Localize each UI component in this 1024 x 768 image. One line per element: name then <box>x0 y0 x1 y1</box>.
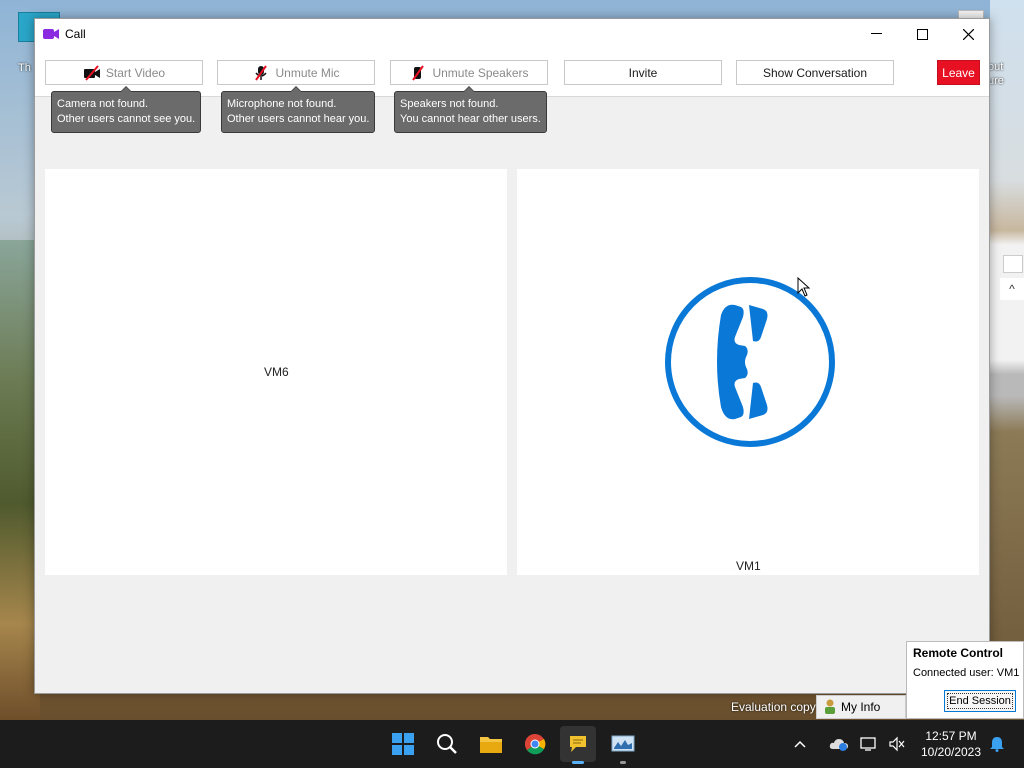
chat-app-icon <box>570 736 586 752</box>
maximize-button[interactable] <box>899 19 945 49</box>
unmute-speakers-label: Unmute Speakers <box>432 65 529 80</box>
background-window-button[interactable] <box>1003 255 1023 273</box>
participant-name: VM6 <box>264 365 289 379</box>
clock-time: 12:57 PM <box>925 729 977 743</box>
title-bar[interactable]: Call <box>35 19 989 49</box>
participant-panel[interactable]: VM1 <box>517 169 979 575</box>
close-icon <box>962 28 974 40</box>
phone-icon <box>665 277 835 447</box>
mouse-cursor-icon <box>797 277 811 297</box>
mic-tooltip-line1: Microphone not found. <box>227 98 337 110</box>
camera-tooltip-line1: Camera not found. <box>57 98 149 110</box>
start-video-label: Start Video <box>105 65 166 80</box>
user-icon <box>825 699 835 714</box>
windows-start-button[interactable] <box>385 726 421 762</box>
show-conversation-label: Show Conversation <box>762 65 868 80</box>
monitor-app-icon <box>611 735 635 752</box>
participant-panel[interactable]: VM6 <box>45 169 507 575</box>
mic-tooltip-line2: Other users cannot hear you. <box>227 113 370 125</box>
my-info-button[interactable]: My Info <box>816 695 906 719</box>
chrome-icon <box>525 734 546 755</box>
mic-tooltip: Microphone not found. Other users cannot… <box>221 86 376 133</box>
monitor-app-button[interactable] <box>605 726 641 764</box>
call-window: Call Start Video Unmute Mic Unmute Speak… <box>34 18 990 694</box>
video-off-icon <box>83 64 100 81</box>
evaluation-copy-label: Evaluation copy <box>731 700 816 714</box>
participant-name: VM1 <box>736 559 761 573</box>
camera-tooltip: Camera not found. Other users cannot see… <box>51 86 202 133</box>
notifications-button[interactable] <box>986 726 1008 762</box>
file-explorer-button[interactable] <box>473 726 509 762</box>
chevron-up-icon[interactable]: ^ <box>1000 278 1024 300</box>
taskbar: 12:57 PM 10/20/2023 <box>0 720 1024 768</box>
desktop-shortcut-label: Th <box>18 62 31 74</box>
remote-control-panel: Remote Control Connected user: VM1 End S… <box>906 641 1024 719</box>
onedrive-tray-button[interactable] <box>826 726 852 762</box>
desktop-text-right-2: ure <box>988 75 1004 87</box>
chat-app-button[interactable] <box>560 726 596 764</box>
unmute-mic-label: Unmute Mic <box>275 65 340 80</box>
speakers-tooltip: Speakers not found. You cannot hear othe… <box>394 86 547 133</box>
close-button[interactable] <box>945 19 991 49</box>
leave-button[interactable]: Leave <box>937 60 980 85</box>
bell-icon <box>990 737 1004 752</box>
volume-tray-button[interactable] <box>884 726 910 762</box>
connected-user-label: Connected user: VM1 <box>913 667 1020 679</box>
show-hidden-icons-button[interactable] <box>788 726 812 762</box>
speaker-off-icon <box>412 64 425 81</box>
desktop-wallpaper-right <box>990 0 1024 720</box>
call-toolbar: Start Video Unmute Mic Unmute Speakers I… <box>35 49 989 97</box>
camera-tooltip-line2: Other users cannot see you. <box>57 113 196 125</box>
minimize-button[interactable] <box>853 19 899 49</box>
end-session-button[interactable]: End Session <box>944 690 1016 712</box>
show-conversation-button[interactable]: Show Conversation <box>736 60 894 85</box>
clock-date: 10/20/2023 <box>920 745 982 759</box>
minimize-icon <box>870 33 882 34</box>
cloud-icon <box>829 739 848 751</box>
video-camera-icon <box>43 29 59 39</box>
unmute-mic-button[interactable]: Unmute Mic <box>217 60 375 85</box>
speaker-muted-icon <box>889 736 905 752</box>
window-title: Call <box>65 27 86 41</box>
invite-label: Invite <box>628 65 658 80</box>
search-button[interactable] <box>429 726 465 762</box>
speakers-tooltip-line2: You cannot hear other users. <box>400 113 541 125</box>
network-icon <box>860 737 876 751</box>
remote-control-title: Remote Control <box>913 646 1003 660</box>
speakers-tooltip-line1: Speakers not found. <box>400 98 499 110</box>
mic-off-icon <box>255 64 268 81</box>
my-info-label: My Info <box>841 700 881 714</box>
desktop-text-right: out ure <box>988 60 1004 88</box>
file-explorer-icon <box>480 737 502 753</box>
windows-start-icon <box>392 733 414 755</box>
chrome-button[interactable] <box>517 726 553 762</box>
search-icon <box>437 734 457 754</box>
clock[interactable]: 12:57 PM 10/20/2023 <box>916 728 986 760</box>
desktop-text-right-1: out <box>988 61 1004 73</box>
running-indicator <box>620 761 626 764</box>
invite-button[interactable]: Invite <box>564 60 722 85</box>
chevron-up-icon <box>794 740 806 748</box>
start-video-button[interactable]: Start Video <box>45 60 203 85</box>
network-tray-button[interactable] <box>856 726 882 762</box>
maximize-icon <box>916 28 928 40</box>
unmute-speakers-button[interactable]: Unmute Speakers <box>390 60 548 85</box>
active-indicator <box>572 761 584 764</box>
